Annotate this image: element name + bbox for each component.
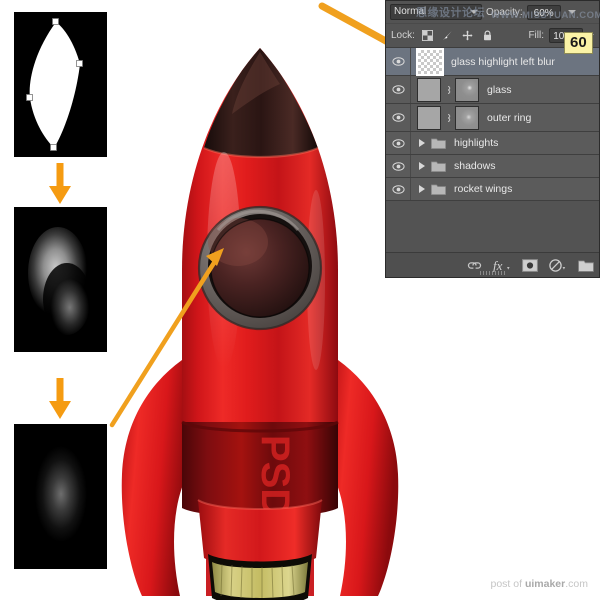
layer-visibility-toggle[interactable] (386, 178, 411, 200)
eye-icon[interactable] (392, 185, 405, 194)
layer-group-row-shadows[interactable]: shadows (386, 155, 599, 178)
layer-visibility-toggle[interactable] (386, 155, 411, 177)
layer-group-name[interactable]: shadows (454, 160, 495, 172)
heavy-blur-illustration (14, 424, 107, 569)
brush-lock-icon[interactable] (442, 30, 453, 41)
layer-thumbnail-group[interactable] (411, 106, 479, 130)
step-arrow-1-icon (46, 163, 74, 205)
glass-highlight-left-blur (208, 218, 268, 266)
layer-thumbnail-group[interactable] (411, 78, 479, 102)
rocket-fin-right (330, 360, 398, 596)
vector-path-illustration (14, 12, 107, 157)
layer-visibility-toggle[interactable] (386, 76, 411, 103)
footer-watermark-brand: uimaker (525, 578, 565, 590)
link-mask-icon[interactable] (444, 112, 452, 124)
rocket-nose-cone (204, 44, 318, 157)
rocket-porthole (199, 207, 321, 329)
eye-icon[interactable] (392, 85, 405, 94)
rocket-engine-skirt (198, 500, 322, 566)
folder-icon (431, 137, 446, 149)
layers-panel[interactable]: Normal Opacity: 60% 思缘设计论坛 WWW.MISSYUAN.… (385, 0, 600, 278)
rocket-fin-left (122, 360, 190, 596)
eye-icon[interactable] (392, 57, 405, 66)
layer-group-row-rocket-wings[interactable]: rocket wings (386, 178, 599, 201)
link-mask-icon[interactable] (444, 84, 452, 96)
eye-icon[interactable] (392, 162, 405, 171)
link-layers-icon[interactable] (467, 260, 482, 271)
new-group-icon[interactable] (578, 259, 594, 272)
opacity-value-field[interactable]: 60% (527, 5, 561, 20)
step-thumbnail-soft-blur (14, 207, 107, 352)
layer-name[interactable]: glass (487, 84, 512, 96)
step-thumbnail-heavy-blur (14, 424, 107, 569)
layer-mask-thumbnail[interactable] (455, 78, 479, 102)
transparency-lock-icon[interactable] (422, 30, 433, 41)
soft-blur-illustration (14, 207, 107, 352)
layer-thumbnail-group[interactable] (411, 49, 443, 75)
blend-mode-value: Normal (394, 4, 426, 20)
layer-name[interactable]: outer ring (487, 112, 531, 124)
panel-footer-toolbar[interactable]: fx (386, 252, 599, 277)
rocket-psd-label: PSD (253, 435, 297, 517)
layer-visibility-toggle[interactable] (386, 104, 411, 131)
step-thumbnail-vector-shape (14, 12, 107, 157)
layers-list[interactable]: glass highlight left blur gla (386, 48, 599, 201)
move-lock-icon[interactable] (462, 30, 473, 41)
eye-icon[interactable] (392, 139, 405, 148)
svg-text:fx: fx (493, 259, 503, 272)
layer-group-row-highlights[interactable]: highlights (386, 132, 599, 155)
folder-icon (431, 160, 446, 172)
opacity-tooltip-badge: 60 (564, 32, 593, 54)
footer-watermark-prefix: post of (491, 578, 525, 590)
layer-group-name[interactable]: rocket wings (454, 183, 512, 195)
layer-thumbnail[interactable] (417, 78, 441, 102)
disclosure-triangle-icon[interactable] (419, 139, 425, 147)
layer-visibility-toggle[interactable] (386, 48, 411, 75)
layer-group-name[interactable]: highlights (454, 137, 498, 149)
step-arrow-2-icon (46, 378, 74, 420)
layer-mask-thumbnail[interactable] (455, 106, 479, 130)
eye-icon[interactable] (392, 113, 405, 122)
footer-watermark: post of uimaker.com (491, 578, 589, 590)
rocket-artwork: PSD (120, 30, 400, 600)
disclosure-triangle-icon[interactable] (419, 185, 425, 193)
chevron-down-icon[interactable] (470, 10, 478, 14)
layer-row-glass[interactable]: glass (386, 76, 599, 104)
screenshot-stage: PSD (0, 0, 600, 600)
blend-mode-select[interactable]: Normal (390, 4, 482, 20)
layer-thumbnail-transparent[interactable] (417, 49, 443, 75)
footer-watermark-suffix: .com (565, 578, 588, 590)
add-layer-mask-icon[interactable] (522, 259, 538, 272)
panel-resize-grip[interactable] (480, 271, 506, 275)
panel-blend-opacity-bar: Normal Opacity: 60% 思缘设计论坛 WWW.MISSYUAN.… (386, 1, 599, 24)
opacity-label: Opacity: (486, 7, 523, 18)
opacity-chevron-down-icon[interactable] (568, 10, 576, 14)
rocket-illustration: PSD (120, 30, 400, 600)
layer-style-fx-icon[interactable]: fx (493, 259, 511, 272)
folder-icon (431, 183, 446, 195)
layer-row-outer-ring[interactable]: outer ring (386, 104, 599, 132)
layer-visibility-toggle[interactable] (386, 132, 411, 154)
fill-label: Fill: (528, 30, 544, 41)
layer-name[interactable]: glass highlight left blur (451, 56, 555, 68)
layer-thumbnail[interactable] (417, 106, 441, 130)
adjustment-layer-icon[interactable] (549, 259, 567, 272)
lock-label: Lock: (391, 30, 415, 41)
all-lock-icon[interactable] (482, 30, 493, 41)
disclosure-triangle-icon[interactable] (419, 162, 425, 170)
